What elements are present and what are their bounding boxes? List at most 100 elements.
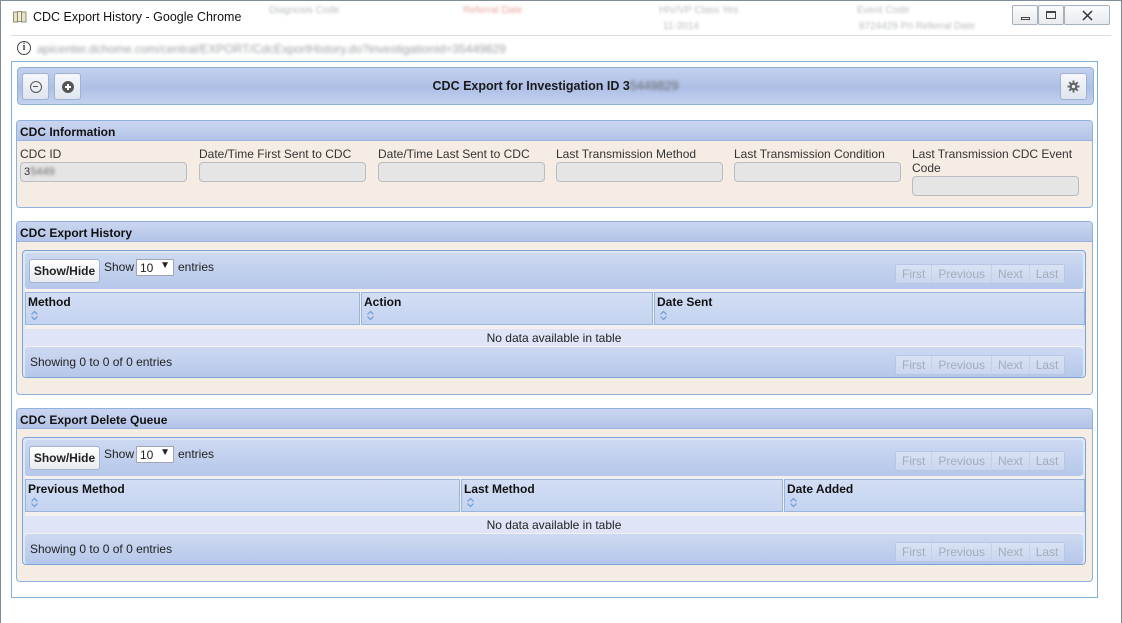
sort-icon <box>467 497 474 508</box>
sort-icon <box>660 310 667 321</box>
column-title: Last Method <box>464 482 535 496</box>
window-bottom-edge <box>1 599 1121 623</box>
column-header-action[interactable]: Action <box>361 292 653 325</box>
next-page-button[interactable]: Next <box>992 265 1030 283</box>
section-title: CDC Export Delete Queue <box>17 409 1092 429</box>
settings-button[interactable] <box>1060 73 1087 100</box>
pagination: First Previous Next Last <box>895 264 1066 284</box>
restore-icon <box>1046 11 1056 19</box>
last-condition-field: Last Transmission Condition <box>734 147 902 182</box>
table-header: Method Action Date Sent <box>25 292 1085 325</box>
next-page-button[interactable]: Next <box>992 543 1030 561</box>
show-hide-button[interactable]: Show/Hide <box>29 446 100 470</box>
last-condition-input[interactable] <box>734 162 901 182</box>
cdc-information-section: CDC Information CDC ID 35449 Date/Time F… <box>16 120 1093 208</box>
table-header: Previous Method Last Method Date Added <box>25 479 1085 512</box>
table-footer: Showing 0 to 0 of 0 entries First Previo… <box>25 534 1083 564</box>
column-header-last-method[interactable]: Last Method <box>461 479 783 512</box>
redacted-id: 5449829 <box>629 79 679 93</box>
close-button[interactable] <box>1064 5 1110 25</box>
sort-icon <box>31 310 38 321</box>
empty-table-message: No data available in table <box>25 329 1083 346</box>
page-title-text: CDC Export for Investigation ID 3 <box>432 79 630 93</box>
page-content: CDC Export for Investigation ID 35449829 <box>11 61 1098 598</box>
next-page-button[interactable]: Next <box>992 356 1030 374</box>
column-title: Action <box>364 295 402 309</box>
window-title: CDC Export History - Google Chrome <box>33 10 242 24</box>
table-toolbar: Show/Hide Show 10 ▼ entries First Previou… <box>25 253 1083 289</box>
last-page-button[interactable]: Last <box>1029 452 1065 470</box>
column-header-date-added[interactable]: Date Added <box>784 479 1085 512</box>
page-length-select[interactable]: 10 ▼ <box>136 259 174 276</box>
column-header-date-sent[interactable]: Date Sent <box>654 292 1085 325</box>
close-icon <box>1081 9 1093 21</box>
sort-icon <box>31 497 38 508</box>
page-length-value: 10 <box>140 448 154 462</box>
column-header-method[interactable]: Method <box>25 292 360 325</box>
entries-label: entries <box>178 447 215 461</box>
delete-queue-table-panel: Show/Hide Show 10 ▼ entries First Previou… <box>22 437 1086 565</box>
field-label: Date/Time First Sent to CDC <box>199 147 352 161</box>
site-info-icon[interactable]: i <box>17 41 31 55</box>
table-info: Showing 0 to 0 of 0 entries <box>30 355 173 369</box>
cdc-export-history-section: CDC Export History Show/Hide Show 10 ▼ en… <box>16 221 1093 395</box>
minimize-icon <box>1020 16 1030 20</box>
table-footer: Showing 0 to 0 of 0 entries First Previo… <box>25 347 1083 377</box>
background-text: Diagnosis Code <box>269 5 340 16</box>
last-event-code-input[interactable] <box>912 176 1079 196</box>
last-method-input[interactable] <box>556 162 723 182</box>
cdc-id-input[interactable]: 35449 <box>20 162 187 182</box>
minimize-button[interactable] <box>1012 5 1038 25</box>
chevron-down-icon: ▼ <box>160 447 170 458</box>
previous-page-button[interactable]: Previous <box>932 452 993 470</box>
first-page-button[interactable]: First <box>896 452 933 470</box>
app-icon <box>13 11 27 23</box>
title-bar: CDC Export History - Google Chrome Diagn… <box>1 1 1121 33</box>
column-header-previous-method[interactable]: Previous Method <box>25 479 460 512</box>
table-toolbar: Show/Hide Show 10 ▼ entries First Previou… <box>25 440 1083 476</box>
empty-table-message: No data available in table <box>25 516 1083 533</box>
field-label: Date/Time Last Sent to CDC <box>378 147 530 161</box>
pagination: First Previous Next Last <box>895 451 1066 471</box>
background-text: 8724429 Pri Referral Date <box>859 21 976 32</box>
chevron-down-icon: ▼ <box>160 260 170 271</box>
last-page-button[interactable]: Last <box>1029 265 1065 283</box>
url-text: apicenter.dchome.com/central/EXPORT/CdcE… <box>37 42 506 56</box>
previous-page-button[interactable]: Previous <box>932 543 993 561</box>
last-page-button[interactable]: Last <box>1029 543 1065 561</box>
section-title: CDC Information <box>17 121 1092 141</box>
last-page-button[interactable]: Last <box>1029 356 1065 374</box>
page-header: CDC Export for Investigation ID 35449829 <box>17 67 1094 105</box>
redacted-value: 5449 <box>30 166 55 178</box>
first-page-button[interactable]: First <box>896 265 933 283</box>
show-label: Show <box>104 260 135 274</box>
first-sent-input[interactable] <box>199 162 366 182</box>
last-method-field: Last Transmission Method <box>556 147 724 182</box>
next-page-button[interactable]: Next <box>992 452 1030 470</box>
page-length-select[interactable]: 10 ▼ <box>136 446 174 463</box>
address-bar[interactable]: i apicenter.dchome.com/central/EXPORT/Cd… <box>11 35 1111 61</box>
first-page-button[interactable]: First <box>896 356 933 374</box>
sort-icon <box>790 497 797 508</box>
restore-button[interactable] <box>1038 5 1064 25</box>
column-title: Method <box>28 295 71 309</box>
history-table-panel: Show/Hide Show 10 ▼ entries First Previou… <box>22 250 1086 378</box>
pagination: First Previous Next Last <box>895 355 1066 375</box>
previous-page-button[interactable]: Previous <box>932 356 993 374</box>
field-label: Last Transmission Method <box>556 147 697 161</box>
gear-icon <box>1067 80 1080 93</box>
background-text: 11-2014 <box>663 21 699 32</box>
table-info: Showing 0 to 0 of 0 entries <box>30 542 173 556</box>
last-sent-field: Date/Time Last Sent to CDC <box>378 147 546 182</box>
column-title: Date Added <box>787 482 854 496</box>
last-sent-input[interactable] <box>378 162 545 182</box>
sort-icon <box>367 310 374 321</box>
field-label: Last Transmission CDC Event Code <box>912 147 1073 175</box>
cdc-export-delete-queue-section: CDC Export Delete Queue Show/Hide Show 1… <box>16 408 1093 582</box>
section-title: CDC Export History <box>17 222 1092 242</box>
background-text: Referral Date <box>463 5 523 16</box>
show-hide-button[interactable]: Show/Hide <box>29 259 100 283</box>
column-title: Previous Method <box>28 482 125 496</box>
previous-page-button[interactable]: Previous <box>932 265 993 283</box>
first-page-button[interactable]: First <box>896 543 933 561</box>
